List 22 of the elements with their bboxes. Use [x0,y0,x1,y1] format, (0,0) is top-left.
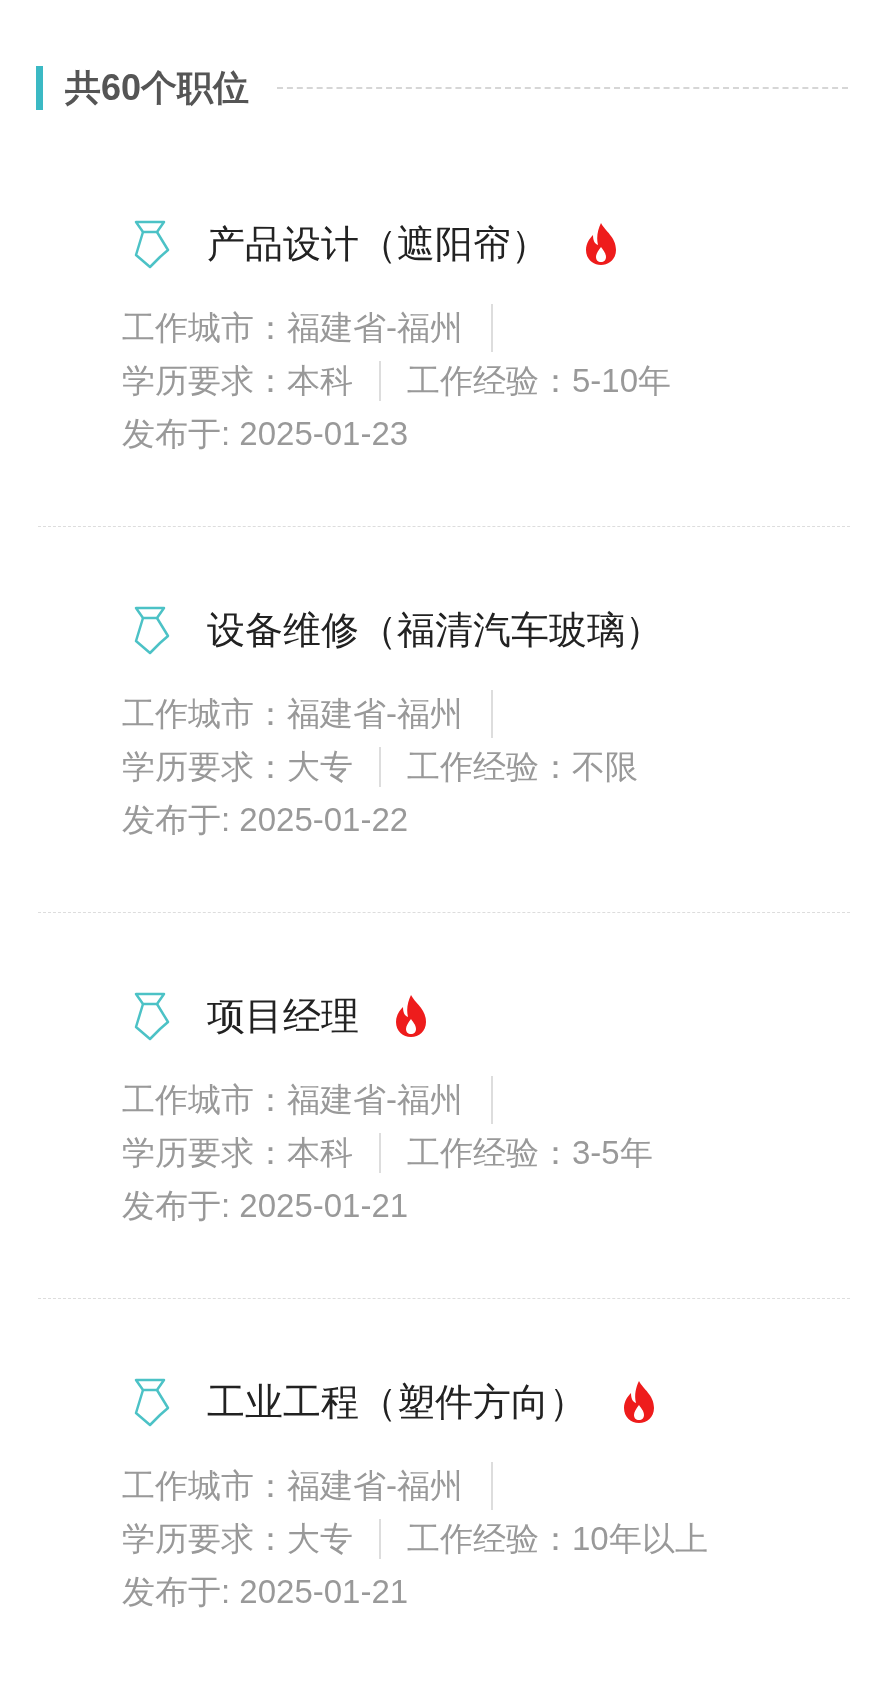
job-education: 学历要求：本科 [122,361,353,401]
accent-bar [36,66,43,110]
job-city: 工作城市：福建省-福州 [122,694,463,734]
job-title[interactable]: 项目经理 [207,987,359,1045]
post-date: 发布于: 2025-01-21 [122,1187,409,1224]
job-title[interactable]: 产品设计（遮阳帘） [207,215,549,273]
post-date: 发布于: 2025-01-21 [122,1573,409,1610]
job-city: 工作城市：福建省-福州 [122,1080,463,1120]
job-experience: 工作经验：不限 [407,747,638,787]
job-education: 学历要求：大专 [122,747,353,787]
section-title: 共60个职位 [65,66,250,110]
job-city: 工作城市：福建省-福州 [122,1466,463,1506]
post-date: 发布于: 2025-01-22 [122,801,409,838]
job-experience: 工作经验：10年以上 [407,1519,708,1559]
job-title[interactable]: 设备维修（福清汽车玻璃） [207,601,663,659]
job-city: 工作城市：福建省-福州 [122,308,463,348]
job-experience: 工作经验：3-5年 [407,1133,653,1173]
job-experience: 工作经验：5-10年 [407,361,672,401]
job-education: 学历要求：本科 [122,1133,353,1173]
job-title[interactable]: 工业工程（塑件方向） [207,1373,587,1431]
post-date: 发布于: 2025-01-23 [122,415,409,452]
job-education: 学历要求：大专 [122,1519,353,1559]
